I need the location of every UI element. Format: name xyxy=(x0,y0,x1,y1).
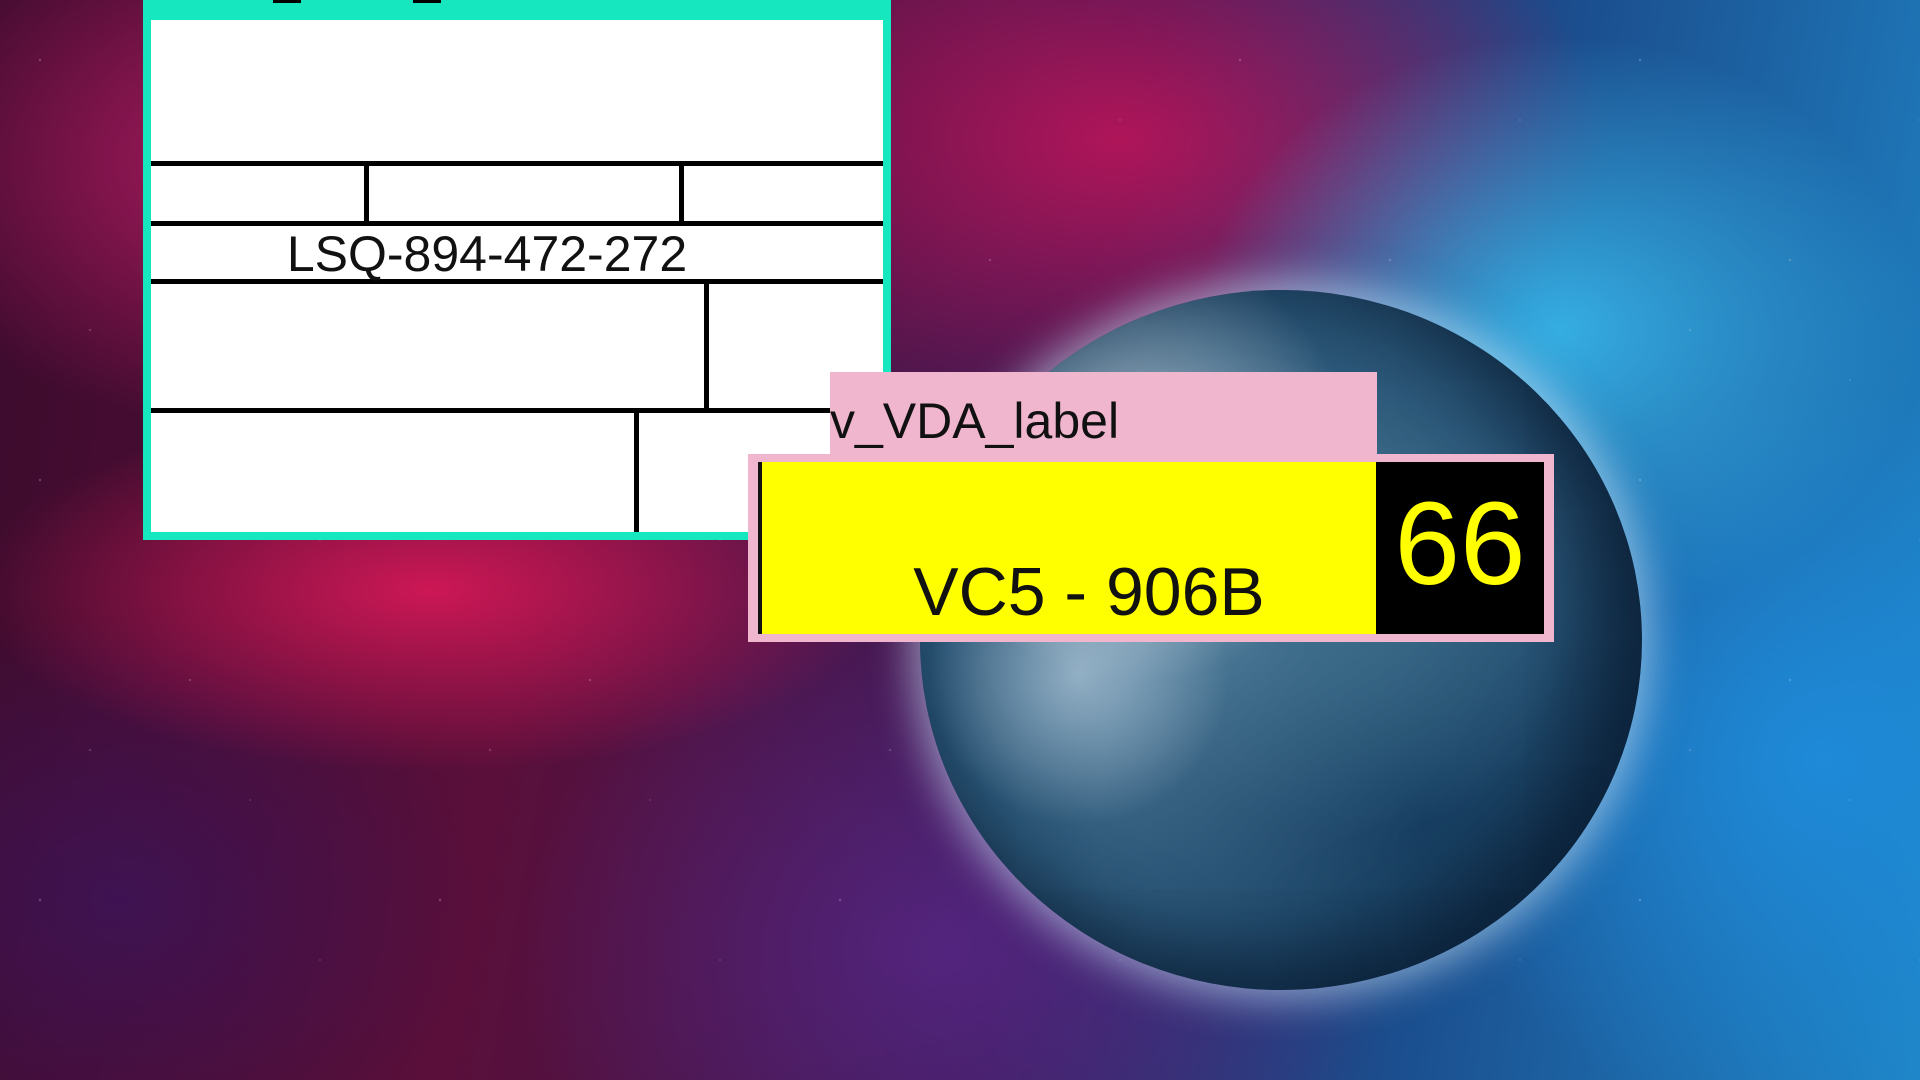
label-tag-text: v_VDA_label xyxy=(830,393,1120,449)
plate-code-box: VC5 - 906B xyxy=(758,462,1376,634)
info-cell xyxy=(151,413,639,532)
info-cell xyxy=(151,284,709,408)
plate-number-box: 66 xyxy=(1376,462,1544,634)
info-row-4 xyxy=(151,284,883,413)
plate-code: VC5 - 906B xyxy=(913,554,1265,630)
info-cell xyxy=(151,166,369,221)
top-edge-mark xyxy=(273,0,301,3)
top-edge-mark xyxy=(413,0,441,3)
info-cell xyxy=(369,166,684,221)
info-card-top-edge xyxy=(143,0,891,14)
info-row-2 xyxy=(151,166,883,226)
info-code: LSQ-894-472-272 xyxy=(286,226,688,282)
info-row-3: LSQ-894-472-272 xyxy=(151,226,883,284)
info-cell xyxy=(684,166,883,221)
label-tag: v_VDA_label xyxy=(830,372,1377,457)
info-row-1 xyxy=(151,20,883,166)
plate-number: 66 xyxy=(1394,478,1526,610)
plate-panel: VC5 - 906B 66 xyxy=(748,454,1554,642)
